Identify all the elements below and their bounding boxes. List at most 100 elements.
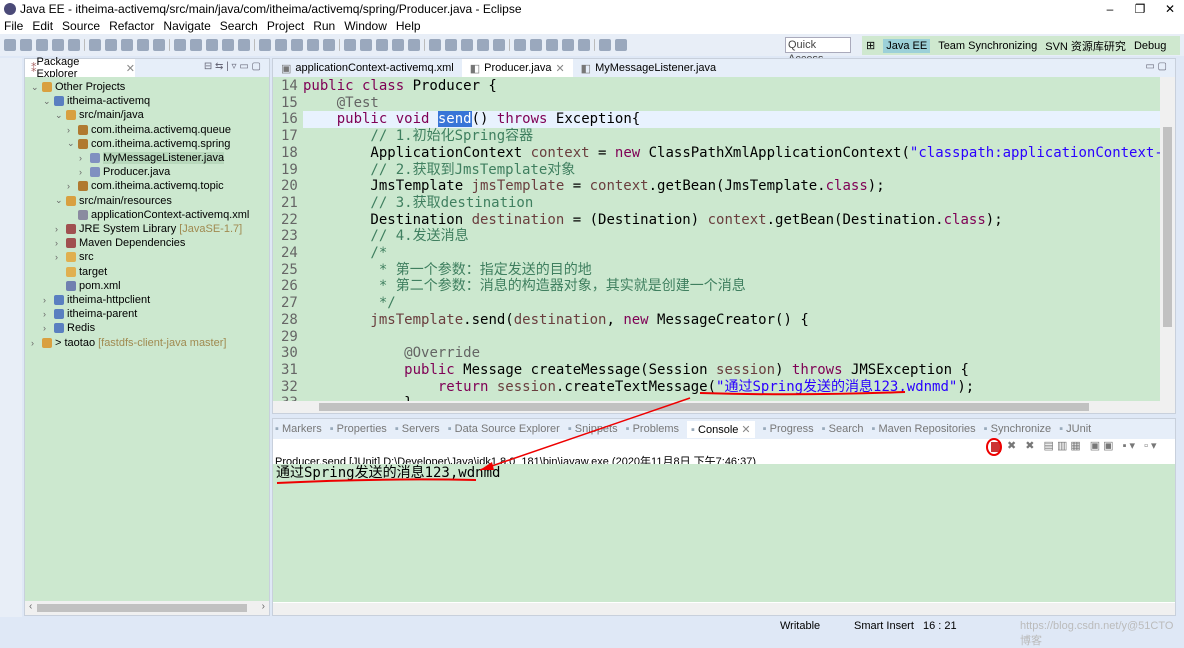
toolbar-button-icon[interactable] bbox=[68, 39, 80, 51]
toolbar-button-icon[interactable] bbox=[408, 39, 420, 51]
tree-item[interactable]: › Redis bbox=[43, 321, 95, 335]
perspective-2[interactable]: SVN 资源库研究 bbox=[1045, 38, 1126, 54]
expand-toggle-icon[interactable]: › bbox=[43, 295, 51, 305]
tree-item[interactable]: ⌄ Other Projects bbox=[31, 80, 125, 94]
expand-toggle-icon[interactable]: › bbox=[55, 238, 63, 248]
minimize-maximize-icons[interactable]: ▭ ▢ bbox=[1145, 61, 1167, 72]
toolbar-button-icon[interactable] bbox=[323, 39, 335, 51]
tree-item[interactable]: › itheima-httpclient bbox=[43, 293, 150, 307]
terminate-icon[interactable] bbox=[991, 442, 1001, 452]
expand-toggle-icon[interactable]: › bbox=[43, 309, 51, 319]
menu-window[interactable]: Window bbox=[344, 19, 387, 33]
toolbar-button-icon[interactable] bbox=[360, 39, 372, 51]
close-icon[interactable]: ✕ bbox=[738, 424, 750, 436]
tab-progress[interactable]: ▪ Progress bbox=[763, 423, 814, 435]
editor-tab[interactable]: ◧ Producer.java ✕ bbox=[461, 59, 573, 77]
toolbar-button-icon[interactable] bbox=[20, 39, 32, 51]
tree-item[interactable]: applicationContext-activemq.xml bbox=[67, 208, 249, 222]
tree-item[interactable]: pom.xml bbox=[55, 279, 121, 293]
toolbar-button-icon[interactable] bbox=[169, 39, 170, 51]
tree-item[interactable]: › com.itheima.activemq.queue bbox=[67, 123, 231, 137]
toolbar-button-icon[interactable] bbox=[615, 39, 627, 51]
tree-item[interactable]: › MyMessageListener.java bbox=[79, 151, 225, 165]
toolbar-button-icon[interactable] bbox=[339, 39, 340, 51]
toolbar-button-icon[interactable] bbox=[344, 39, 356, 51]
perspective-1[interactable]: Team Synchronizing bbox=[938, 40, 1037, 52]
toolbar-button-icon[interactable] bbox=[153, 39, 165, 51]
console-output[interactable]: 通过Spring发送的消息123,wdnmd bbox=[273, 464, 1175, 602]
tab-maven-repositories[interactable]: ▪ Maven Repositories bbox=[871, 423, 975, 435]
toolbar-button-icon[interactable] bbox=[594, 39, 595, 51]
toolbar-button-icon[interactable] bbox=[121, 39, 133, 51]
tab-snippets[interactable]: ▪ Snippets bbox=[568, 423, 618, 435]
view-menu-icons[interactable]: ⊟ ⇆ | ▿ ▭ ▢ bbox=[204, 61, 261, 72]
horizontal-scrollbar[interactable] bbox=[273, 401, 1175, 413]
tree-item[interactable]: › Maven Dependencies bbox=[55, 236, 185, 250]
expand-toggle-icon[interactable]: ⌄ bbox=[43, 96, 51, 107]
expand-toggle-icon[interactable]: ⌄ bbox=[31, 82, 39, 93]
expand-toggle-icon[interactable]: › bbox=[43, 323, 51, 333]
toolbar-button-icon[interactable] bbox=[562, 39, 574, 51]
tree-item[interactable]: › itheima-parent bbox=[43, 307, 137, 321]
toolbar-button-icon[interactable] bbox=[514, 39, 526, 51]
perspective-3[interactable]: Debug bbox=[1134, 40, 1166, 52]
toolbar-button-icon[interactable] bbox=[429, 39, 441, 51]
tree-item[interactable]: ⌄ src/main/resources bbox=[55, 194, 172, 208]
tree-item[interactable]: ⌄ itheima-activemq bbox=[43, 94, 150, 108]
toolbar-button-icon[interactable] bbox=[530, 39, 542, 51]
close-icon[interactable]: ✕ bbox=[555, 62, 564, 75]
expand-toggle-icon[interactable]: › bbox=[55, 252, 63, 262]
toolbar-button-icon[interactable] bbox=[259, 39, 271, 51]
tree-item[interactable]: › Producer.java bbox=[79, 165, 170, 179]
menu-file[interactable]: File bbox=[4, 19, 23, 33]
close-icon[interactable]: ✕ bbox=[126, 62, 135, 75]
code-area[interactable]: 14 public class Producer {15 @Test 16 publ… bbox=[273, 77, 1161, 403]
vertical-scrollbar[interactable] bbox=[1160, 77, 1175, 403]
menu-source[interactable]: Source bbox=[62, 19, 100, 33]
expand-toggle-icon[interactable]: › bbox=[79, 167, 87, 177]
toolbar-button-icon[interactable] bbox=[392, 39, 404, 51]
toolbar-button-icon[interactable] bbox=[206, 39, 218, 51]
editor-tab[interactable]: ◧ MyMessageListener.java bbox=[573, 59, 724, 77]
toolbar-button-icon[interactable] bbox=[546, 39, 558, 51]
toolbar-button-icon[interactable] bbox=[376, 39, 388, 51]
toolbar-button-icon[interactable] bbox=[477, 39, 489, 51]
tab-search[interactable]: ▪ Search bbox=[822, 423, 864, 435]
tree-item[interactable]: ⌄ src/main/java bbox=[55, 108, 144, 122]
tree-item[interactable]: › > taotao [fastdfs-client-java master] bbox=[31, 336, 226, 350]
toolbar-button-icon[interactable] bbox=[222, 39, 234, 51]
toolbar-button-icon[interactable] bbox=[238, 39, 250, 51]
toolbar-button-icon[interactable] bbox=[599, 39, 611, 51]
toolbar-button-icon[interactable] bbox=[137, 39, 149, 51]
tab-console[interactable]: ▪ Console ✕ bbox=[687, 420, 755, 438]
toolbar-button-icon[interactable] bbox=[52, 39, 64, 51]
tree-item[interactable]: › JRE System Library [JavaSE-1.7] bbox=[55, 222, 242, 236]
menu-help[interactable]: Help bbox=[396, 19, 421, 33]
toolbar-button-icon[interactable] bbox=[461, 39, 473, 51]
tab-package-explorer[interactable]: ⁑ Package Explorer ✕ bbox=[25, 56, 135, 80]
editor-tab[interactable]: ▣ applicationContext-activemq.xml bbox=[273, 59, 462, 77]
expand-toggle-icon[interactable]: › bbox=[55, 224, 63, 234]
tab-markers[interactable]: ▪ Markers bbox=[275, 423, 322, 435]
toolbar-button-icon[interactable] bbox=[493, 39, 505, 51]
quick-access-input[interactable]: Quick Access bbox=[785, 37, 851, 65]
toolbar-button-icon[interactable] bbox=[84, 39, 85, 51]
tab-properties[interactable]: ▪ Properties bbox=[330, 423, 387, 435]
tree-item[interactable]: › src bbox=[55, 250, 94, 264]
tab-junit[interactable]: ▪ JUnit bbox=[1059, 423, 1091, 435]
toolbar-button-icon[interactable] bbox=[36, 39, 48, 51]
horizontal-scrollbar[interactable] bbox=[273, 603, 1175, 615]
toolbar-button-icon[interactable] bbox=[89, 39, 101, 51]
tab-problems[interactable]: ▪ Problems bbox=[626, 423, 679, 435]
minimize-button[interactable]: – bbox=[1095, 0, 1125, 18]
toolbar-button-icon[interactable] bbox=[4, 39, 16, 51]
toolbar-button-icon[interactable] bbox=[275, 39, 287, 51]
toolbar-button-icon[interactable] bbox=[254, 39, 255, 51]
tab-data-source-explorer[interactable]: ▪ Data Source Explorer bbox=[448, 423, 560, 435]
perspective-0[interactable]: Java EE bbox=[883, 38, 931, 53]
tab-servers[interactable]: ▪ Servers bbox=[395, 423, 440, 435]
menu-search[interactable]: Search bbox=[220, 19, 258, 33]
toolbar-button-icon[interactable] bbox=[424, 39, 425, 51]
toolbar-button-icon[interactable] bbox=[190, 39, 202, 51]
maximize-button[interactable]: ❐ bbox=[1125, 0, 1155, 18]
